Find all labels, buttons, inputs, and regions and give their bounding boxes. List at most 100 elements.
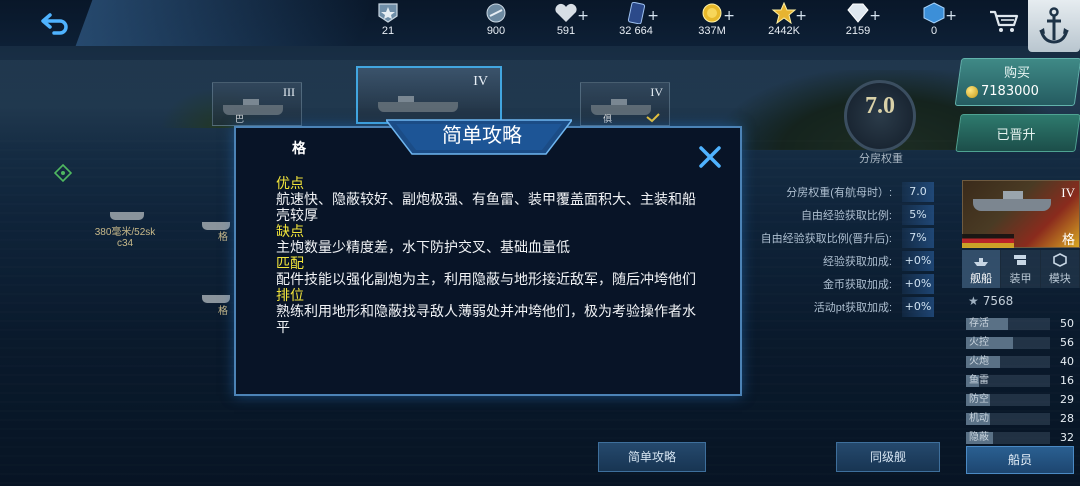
ship-tier: III (283, 85, 295, 99)
promoted-label: 已晋升 (996, 128, 1036, 143)
stat-row: 自由经验获取比例(晋升后): 7% (740, 228, 936, 248)
close-button[interactable] (697, 144, 723, 170)
resource-diamond[interactable]: +2159 (822, 2, 894, 44)
ship-tier: IV (650, 85, 663, 99)
guide-section: 排位 熟练利用地形和隐蔽找寻敌人薄弱处并冲垮他们，极为考验操作者水平 (276, 288, 696, 336)
plus-icon[interactable]: + (869, 8, 881, 24)
ship-label: 格 (218, 306, 228, 317)
resource-value: 900 (486, 25, 506, 37)
close-icon (699, 146, 721, 168)
section-text: 主炮数量少精度差，水下防护交叉、基础血量低 (276, 240, 570, 256)
stat-label: 活动pt获取加成: (813, 302, 892, 314)
diamond-icon: + (845, 2, 881, 24)
stat-value: 5% (902, 205, 934, 225)
resource-card[interactable]: +32 664 (600, 1, 672, 44)
ship-model (202, 222, 230, 230)
check-icon (646, 113, 660, 123)
stat-value: 7% (902, 228, 934, 248)
score-value: 7568 (982, 294, 1014, 308)
plus-icon[interactable]: + (945, 8, 957, 24)
ship-parts-icon (483, 2, 509, 24)
cube-icon: + (921, 2, 957, 24)
dialog-ship-name: 格 (292, 141, 306, 157)
anchor-icon (1039, 7, 1069, 44)
guide-section: 优点 航速快、隐蔽较好、副炮极强、有鱼雷、装甲覆盖面积大、主装和船壳较厚 (276, 176, 696, 224)
guide-content: 优点 航速快、隐蔽较好、副炮极强、有鱼雷、装甲覆盖面积大、主装和船壳较厚 缺点 … (276, 176, 696, 336)
ship-tier: IV (473, 74, 488, 89)
ship-tab-1[interactable]: III 巴 (212, 82, 302, 126)
section-heading: 匹配 (276, 256, 304, 272)
stat-label: 经验获取加成: (822, 256, 892, 268)
stat-label: 金币获取加成: (822, 279, 892, 291)
stat-row: 自由经验获取比例: 5% (740, 205, 936, 225)
ship-thumbnail (223, 99, 283, 115)
back-button[interactable] (38, 8, 72, 38)
stat-label: 自由经验获取比例(晋升后): (760, 233, 892, 245)
buy-price: 7183000 (966, 84, 1039, 99)
section-heading: 排位 (276, 288, 304, 304)
resource-value: 32 664 (619, 25, 653, 37)
section-text: 配件技能以强化副炮为主，利用隐蔽与地形接近敌军，随后冲垮他们 (276, 272, 696, 288)
ship-card-image (973, 191, 1051, 211)
module-icon (1053, 253, 1067, 267)
attribute-value: 50 (1060, 317, 1074, 330)
tab-ship[interactable]: 舰船 (962, 250, 1002, 288)
attribute-row: 鱼雷 16 (966, 373, 1078, 389)
attribute-value: 29 (1060, 393, 1074, 406)
shop-cart-button[interactable] (988, 8, 1022, 38)
attribute-row: 防空 29 (966, 392, 1078, 408)
same-class-ships-button[interactable]: 同级舰 (836, 442, 940, 472)
plus-icon[interactable]: + (577, 8, 589, 24)
attribute-value: 28 (1060, 412, 1074, 425)
crew-button[interactable]: 船员 (966, 446, 1074, 474)
resource-star[interactable]: +2442K (748, 1, 820, 44)
plus-icon[interactable]: + (795, 8, 807, 24)
ship-card-name: 格 (1061, 233, 1075, 248)
ship-thumbnail (378, 96, 458, 112)
attribute-row: 存活 50 (966, 316, 1078, 332)
ship-info-tabs: 舰船 装甲 模块 (962, 250, 1080, 288)
stat-row: 活动pt获取加成: +0% (740, 297, 936, 317)
resource-cube[interactable]: +0 (898, 2, 970, 44)
ship-tab-2-selected[interactable]: IV (356, 66, 502, 124)
attribute-label: 机动 (969, 413, 989, 424)
stat-label: 自由经验获取比例: (800, 210, 892, 222)
tab-module[interactable]: 模块 (1040, 250, 1080, 288)
section-text: 航速快、隐蔽较好、副炮极强、有鱼雷、装甲覆盖面积大、主装和船壳较厚 (276, 192, 696, 224)
resource-rank-badge: 21 (352, 2, 424, 44)
stat-value: +0% (902, 274, 934, 294)
attribute-label: 火炮 (969, 356, 989, 367)
section-text: 熟练利用地形和隐蔽找寻敌人薄弱处并冲垮他们，极为考验操作者水平 (276, 304, 696, 336)
tab-label: 装甲 (1009, 272, 1032, 285)
ship-score: ★ 7568 (968, 294, 1013, 308)
resource-heart[interactable]: +591 (530, 2, 602, 44)
gun-label: 380毫米/52sk c34 (90, 227, 160, 249)
ship-icon (974, 258, 989, 266)
dialog-title: 简单攻略 (442, 123, 522, 147)
back-arrow-icon (41, 13, 68, 35)
armor-icon (1014, 255, 1027, 265)
section-heading: 缺点 (276, 224, 304, 240)
resource-ship-parts: 900 (460, 2, 532, 44)
plus-icon[interactable]: + (647, 8, 659, 24)
ship-card-tier: IV (1061, 185, 1075, 200)
simple-guide-button[interactable]: 简单攻略 (598, 442, 706, 472)
tab-armor[interactable]: 装甲 (1001, 250, 1041, 288)
card-icon: + (623, 1, 659, 25)
plus-icon[interactable]: + (723, 8, 735, 24)
stat-row: 经验获取加成: +0% (740, 251, 936, 271)
gun-model: c34 (116, 238, 134, 249)
heart-icon: + (553, 2, 589, 24)
tab-label: 模块 (1048, 272, 1071, 285)
nation-flag-icon (962, 234, 1014, 248)
crosshair-icon[interactable] (54, 164, 72, 182)
ship-tab-3[interactable]: IV 俱 (580, 82, 670, 126)
guide-section: 匹配 配件技能以强化副炮为主，利用隐蔽与地形接近敌军，随后冲垮他们 (276, 256, 696, 288)
ship-name: 巴 (235, 115, 245, 125)
resource-value: 2442K (768, 25, 800, 37)
attribute-label: 火控 (969, 337, 989, 348)
attribute-row: 机动 28 (966, 411, 1078, 427)
gold-coin-icon (966, 85, 978, 98)
port-anchor-button[interactable] (1028, 0, 1080, 52)
resource-gold-coin[interactable]: +337M (676, 2, 748, 44)
